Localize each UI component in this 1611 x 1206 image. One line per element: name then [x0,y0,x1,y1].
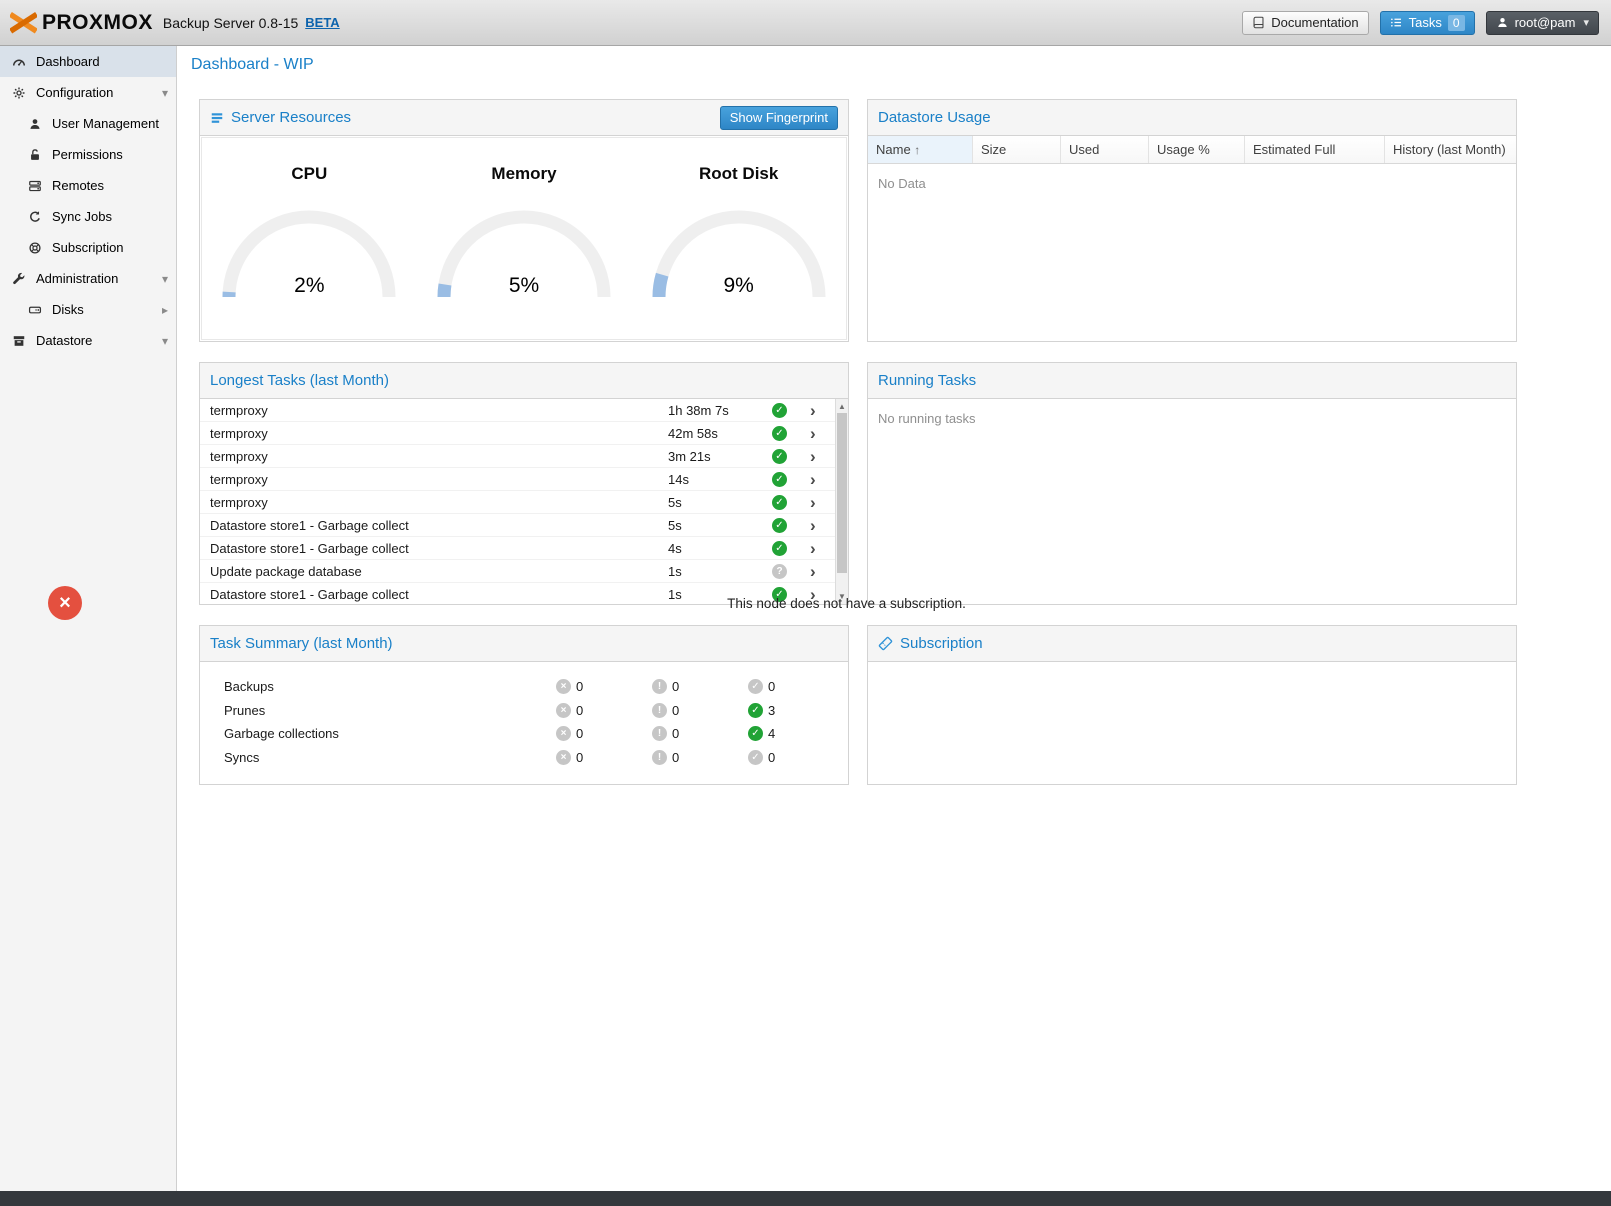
subscription-message: This node does not have a subscription. [177,596,1611,611]
subscription-panel: Subscription × This node does not have a… [867,625,1517,785]
main-content: Dashboard - WIP Server Resources Show Fi… [177,46,1611,1191]
dashboard-grid: Server Resources Show Fingerprint CPU2%M… [177,80,1611,785]
app-root: PROXMOX Backup Server 0.8-15 BETA Docume… [0,0,1611,1206]
